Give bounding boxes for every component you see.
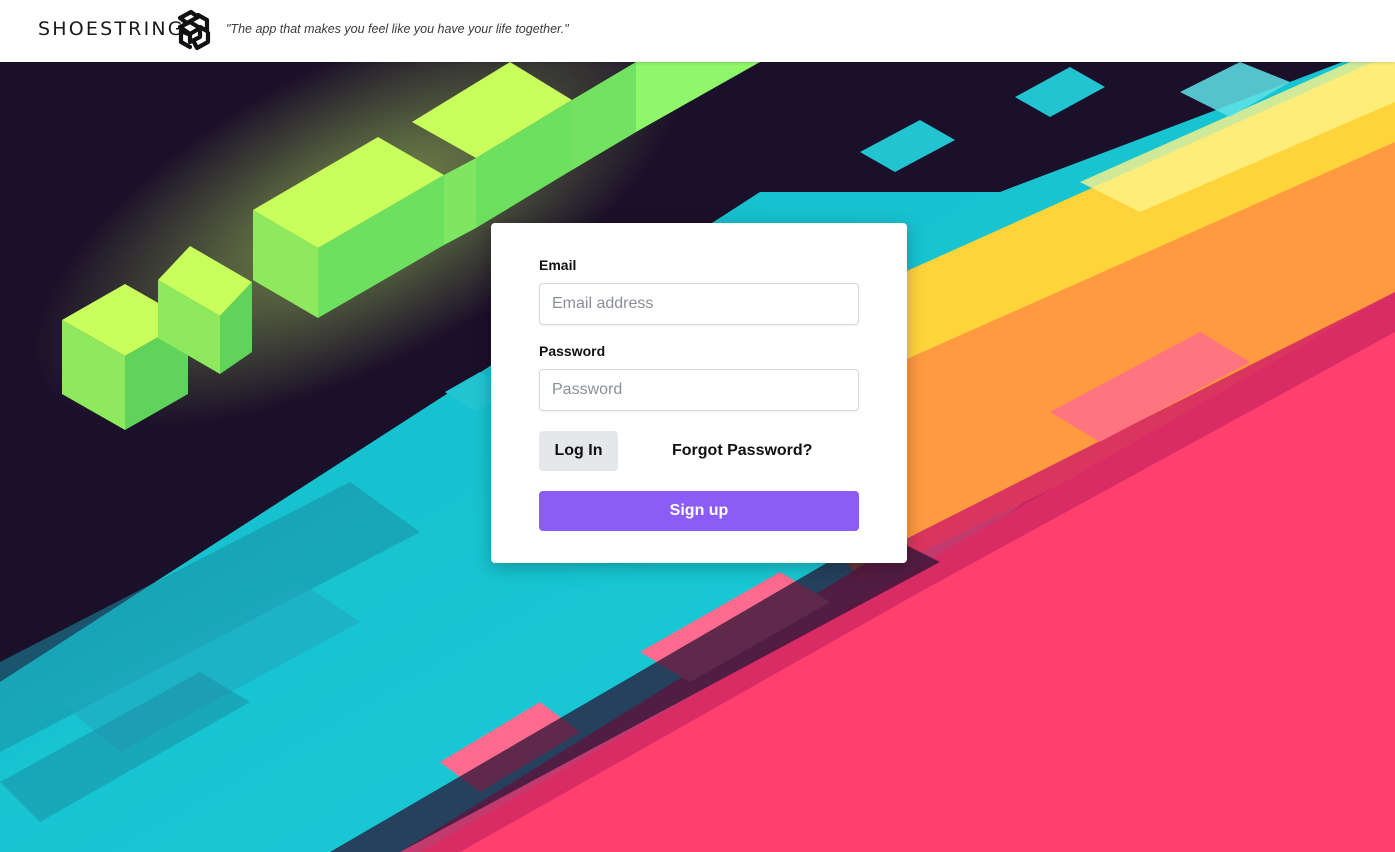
login-button[interactable]: Log In (539, 431, 618, 471)
email-input[interactable] (539, 283, 859, 325)
app-header: SHOESTRING "The app that makes you feel … (0, 0, 1395, 62)
tagline: "The app that makes you feel like you ha… (226, 22, 569, 36)
shoestring-logo-icon[interactable] (174, 9, 214, 51)
signup-button[interactable]: Sign up (539, 491, 859, 531)
email-label: Email (539, 257, 577, 273)
password-label: Password (539, 343, 606, 359)
password-input[interactable] (539, 369, 859, 411)
forgot-password-link[interactable]: Forgot Password? (672, 442, 812, 460)
login-card: Email Password Log In Forgot Password? S… (491, 223, 907, 563)
brand-name[interactable]: SHOESTRING (38, 18, 185, 40)
